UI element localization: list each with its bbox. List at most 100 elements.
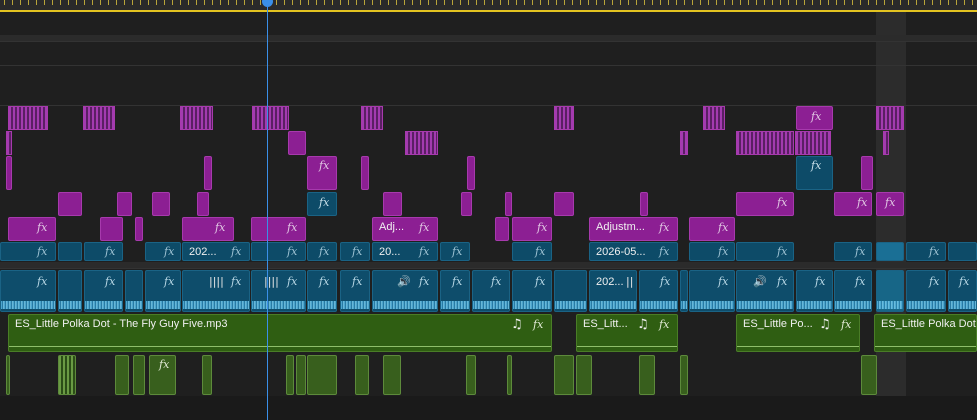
audio-clip[interactable]: fx [340,270,370,312]
video-clip[interactable]: fx [796,106,833,130]
video-clip[interactable] [180,106,213,130]
music-clip[interactable]: ES_Litt... ♫ fx [576,314,678,352]
video-clip[interactable]: fx [689,217,735,241]
video-clip[interactable]: Adjustm... fx [589,217,678,241]
audio-clip[interactable]: fx [948,270,977,312]
video-clip[interactable]: fx [8,217,56,241]
audio-clip[interactable]: fx [472,270,510,312]
audio-clip[interactable]: fx [145,270,181,312]
video-clip[interactable] [204,156,212,190]
video-clip[interactable]: fx [736,192,794,216]
video-clip[interactable]: fx [182,217,234,241]
video-clip[interactable] [554,106,574,130]
video-clip[interactable] [736,131,794,155]
video-clip[interactable] [83,106,115,130]
audio-clip[interactable]: |||| fx [251,270,306,312]
video-clip[interactable] [117,192,132,216]
adjustment-clip[interactable] [58,242,82,261]
music-clip[interactable]: ES_Little Polka Dot - [874,314,977,352]
adjustment-clip[interactable]: fx [689,242,735,261]
sfx-clip[interactable] [554,355,574,395]
sfx-clip[interactable] [680,355,688,395]
sfx-clip[interactable] [576,355,592,395]
timeline-panel[interactable]: fx fx fx fx fx fx fx fx fx fx Adj... fx f… [0,0,977,420]
adjustment-clip[interactable] [876,242,904,261]
adjustment-clip[interactable]: fx [736,242,794,261]
adjustment-clip[interactable]: fx [251,242,306,261]
audio-clip[interactable]: 202... || [589,270,637,312]
audio-clip[interactable] [125,270,143,312]
sfx-clip[interactable] [286,355,294,395]
audio-clip[interactable]: fx [512,270,552,312]
adjustment-clip[interactable] [948,242,977,261]
sfx-clip[interactable] [133,355,145,395]
sfx-clip[interactable] [202,355,212,395]
sfx-clip[interactable] [861,355,877,395]
video-clip[interactable] [135,217,143,241]
adjustment-clip[interactable]: fx [796,156,833,190]
video-clip[interactable] [640,192,648,216]
sfx-clip[interactable]: fx [149,355,176,395]
video-clip[interactable]: fx [512,217,552,241]
sfx-clip[interactable] [58,355,76,395]
audio-clip[interactable]: 🔊 fx [372,270,438,312]
video-clip[interactable] [680,131,688,155]
video-clip[interactable] [8,106,48,130]
adjustment-clip[interactable]: fx [340,242,370,261]
sfx-clip[interactable] [355,355,369,395]
video-clip[interactable] [461,192,472,216]
adjustment-clip[interactable]: fx [145,242,181,261]
audio-clip[interactable] [680,270,688,312]
audio-clip[interactable] [58,270,82,312]
adjustment-clip[interactable]: fx [0,242,56,261]
video-clip[interactable] [876,106,904,130]
adjustment-clip[interactable]: 2026-05... fx [589,242,678,261]
video-clip[interactable] [197,192,209,216]
video-clip[interactable] [554,192,574,216]
video-clip[interactable] [288,131,306,155]
video-clip[interactable]: fx [251,217,306,241]
audio-clip[interactable]: fx [796,270,833,312]
sfx-clip[interactable] [296,355,306,395]
audio-clip[interactable]: |||| fx [182,270,250,312]
video-clip[interactable] [703,106,725,130]
adjustment-clip[interactable]: 20... fx [372,242,438,261]
video-clip[interactable] [405,131,438,155]
sfx-clip[interactable] [307,355,337,395]
audio-clip[interactable]: fx [440,270,470,312]
music-clip[interactable]: ES_Little Po... ♫ fx [736,314,860,352]
video-clip[interactable] [361,106,383,130]
video-clip[interactable] [467,156,475,190]
sfx-clip[interactable] [507,355,512,395]
music-clip[interactable]: ES_Little Polka Dot - The Fly Guy Five.m… [8,314,552,352]
video-clip[interactable]: fx [834,192,872,216]
audio-clip[interactable]: fx [834,270,872,312]
sfx-clip[interactable] [115,355,129,395]
video-clip[interactable] [252,106,289,130]
video-clip[interactable] [100,217,123,241]
audio-clip[interactable]: fx [307,270,337,312]
adjustment-clip[interactable]: fx [307,192,337,216]
video-clip[interactable] [6,131,12,155]
audio-clip[interactable]: fx [906,270,946,312]
time-ruler[interactable] [0,0,977,12]
video-clip[interactable] [883,131,889,155]
video-clip[interactable]: fx [876,192,904,216]
sfx-clip[interactable] [639,355,655,395]
sfx-clip[interactable] [466,355,476,395]
audio-clip[interactable]: fx [639,270,678,312]
video-clip[interactable] [6,156,12,190]
audio-clip[interactable]: fx [0,270,56,312]
video-clip[interactable] [383,192,402,216]
adjustment-clip[interactable]: fx [307,242,337,261]
adjustment-clip[interactable]: fx [906,242,946,261]
video-clip[interactable]: Adj... fx [372,217,438,241]
audio-clip[interactable] [876,270,904,312]
sfx-clip[interactable] [6,355,10,395]
video-clip[interactable] [58,192,82,216]
video-clip[interactable] [152,192,170,216]
adjustment-clip[interactable]: fx [512,242,552,261]
video-clip[interactable] [861,156,873,190]
playhead[interactable] [267,0,268,420]
audio-clip[interactable]: 🔊 fx [736,270,794,312]
